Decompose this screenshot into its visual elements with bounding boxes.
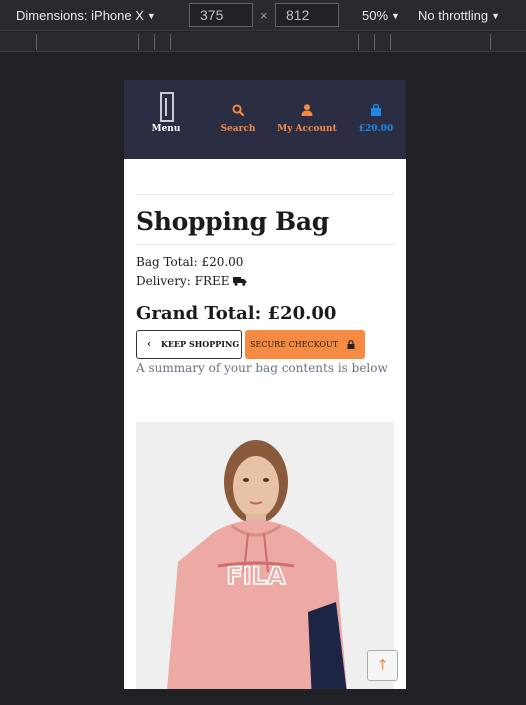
search-icon xyxy=(232,104,244,116)
keep-shopping-label: KEEP SHOPPING xyxy=(161,339,240,349)
user-icon xyxy=(301,104,313,116)
bag-actions: ‹ KEEP SHOPPING SECURE CHECKOUT xyxy=(136,330,394,359)
dimension-separator: × xyxy=(260,8,268,23)
search-button[interactable]: Search xyxy=(218,80,258,159)
zoom-select[interactable]: 50% ▼ xyxy=(362,8,400,23)
devtools-device-toolbar: Dimensions: iPhone X ▼ 375 × 812 50% ▼ No … xyxy=(0,0,526,31)
throttling-label: No throttling xyxy=(418,8,489,23)
divider xyxy=(136,244,394,245)
throttling-select[interactable]: No throttling ▼ xyxy=(418,8,500,23)
product-photo: FILA xyxy=(136,422,394,689)
product-print-text: FILA xyxy=(226,562,286,590)
bag-total: Bag Total: £20.00 xyxy=(136,255,244,269)
site-logo xyxy=(160,92,174,122)
page-title: Shopping Bag xyxy=(136,207,329,236)
keep-shopping-button[interactable]: ‹ KEEP SHOPPING xyxy=(136,330,242,359)
bag-content: Shopping Bag Bag Total: £20.00 Delivery:… xyxy=(124,194,406,375)
account-label: My Account xyxy=(277,124,337,134)
caret-down-icon: ▼ xyxy=(491,11,501,21)
summary-text: A summary of your bag contents is below xyxy=(136,361,388,375)
bag-button[interactable]: £20.00 xyxy=(356,80,396,159)
height-input[interactable]: 812 xyxy=(275,3,339,27)
device-label: Dimensions: iPhone X xyxy=(16,8,144,23)
back-to-top-button[interactable]: ↑ xyxy=(367,650,398,681)
zoom-label: 50% xyxy=(362,8,389,23)
bag-total-label: £20.00 xyxy=(358,124,394,134)
device-select[interactable]: Dimensions: iPhone X ▼ xyxy=(16,8,156,23)
grand-total: Grand Total: £20.00 xyxy=(136,303,337,324)
shopping-bag-icon xyxy=(371,104,381,116)
caret-down-icon: ▼ xyxy=(391,11,400,21)
menu-label: Menu xyxy=(151,124,181,134)
menu-button[interactable]: Menu xyxy=(146,80,186,159)
delivery-row: Delivery: FREE xyxy=(136,274,394,288)
device-viewport: Menu Search My Account £20.00 Shopping B… xyxy=(124,80,406,689)
secure-checkout-label: SECURE CHECKOUT xyxy=(250,340,339,349)
product-image[interactable]: FILA xyxy=(136,422,394,689)
secure-checkout-button[interactable]: SECURE CHECKOUT xyxy=(245,330,365,359)
media-query-ruler xyxy=(0,32,526,52)
arrow-up-icon: ↑ xyxy=(376,656,389,674)
divider xyxy=(136,194,394,195)
my-account-button[interactable]: My Account xyxy=(274,80,340,159)
lock-icon xyxy=(347,340,355,349)
truck-icon xyxy=(233,277,247,286)
chevron-left-icon: ‹ xyxy=(147,339,151,350)
width-input[interactable]: 375 xyxy=(189,3,253,27)
delivery-text: Delivery: FREE xyxy=(136,274,230,288)
search-label: Search xyxy=(220,124,256,134)
top-navigation: Menu Search My Account £20.00 xyxy=(124,80,406,159)
caret-down-icon: ▼ xyxy=(146,11,156,21)
